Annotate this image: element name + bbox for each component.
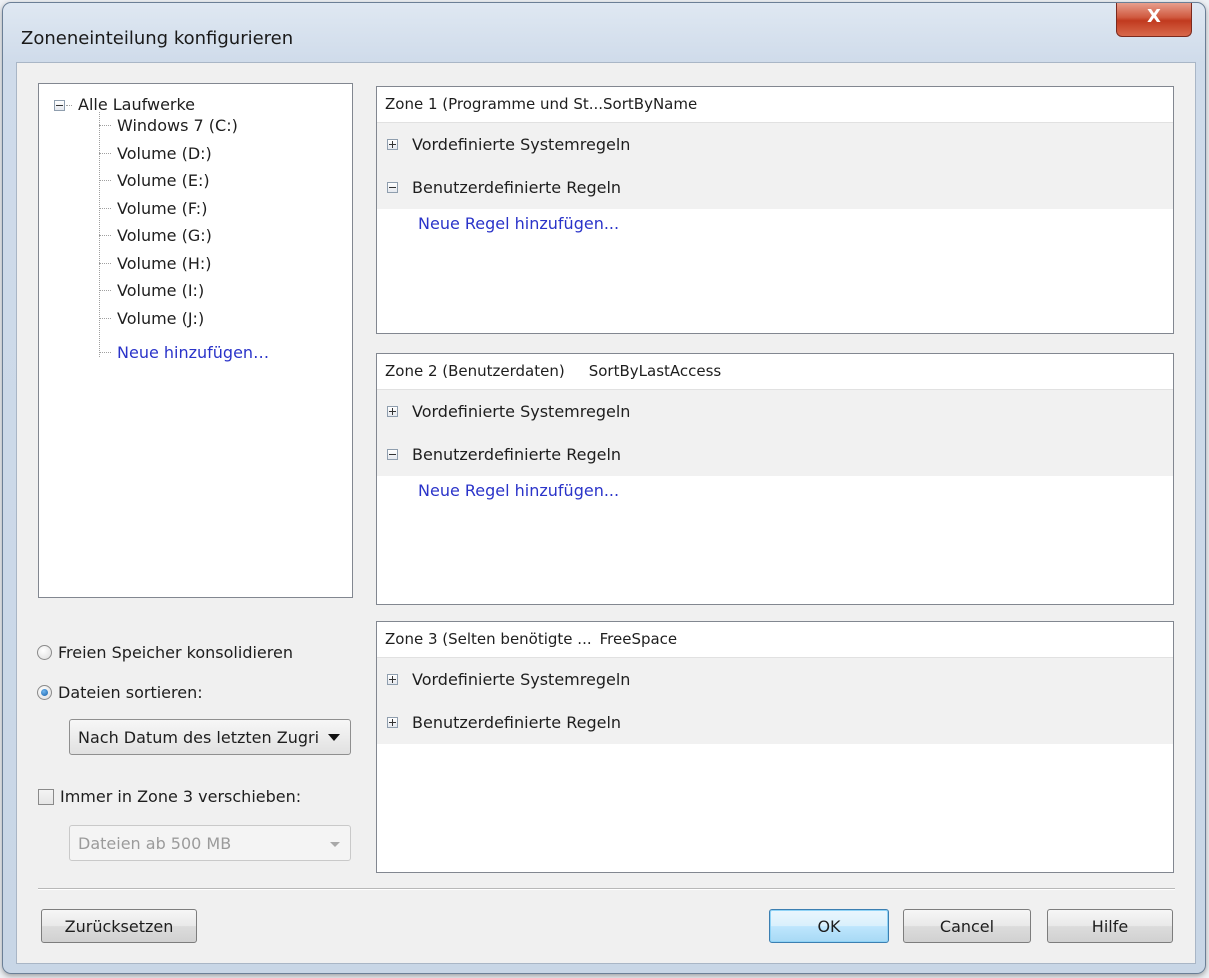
help-button[interactable]: Hilfe (1047, 909, 1173, 943)
consolidate-radio[interactable] (37, 645, 52, 660)
tree-item-drive[interactable]: Volume (I:) (99, 277, 204, 304)
cancel-label: Cancel (939, 916, 995, 936)
expand-icon[interactable] (387, 717, 398, 728)
zone-3-title: Zone 3 (Selten benötigte ... (385, 630, 592, 648)
tree-item-label: Volume (E:) (117, 171, 210, 190)
zone-2-predefined-rules[interactable]: Vordefinierte Systemregeln (377, 390, 1173, 433)
zone-2-sort: SortByLastAccess (588, 362, 722, 380)
tree-item-drive[interactable]: Volume (J:) (99, 305, 204, 332)
consolidate-radio-label: Freien Speicher konsolidieren (58, 643, 293, 662)
dialog-content: Alle Laufwerke Windows 7 (C:) Volume (D:)… (16, 62, 1196, 964)
tree-item-drive[interactable]: Volume (G:) (99, 222, 212, 249)
consolidate-radio-row[interactable]: Freien Speicher konsolidieren (37, 643, 293, 662)
zone-3-sort: FreeSpace (599, 630, 678, 648)
zone-2-add-rule-link[interactable]: Neue Regel hinzufügen... (418, 481, 619, 500)
zone-2-predefined-label: Vordefinierte Systemregeln (412, 402, 631, 421)
ok-button[interactable]: OK (769, 909, 889, 943)
tree-item-label: Volume (F:) (117, 198, 208, 218)
cancel-button[interactable]: Cancel (903, 909, 1031, 943)
collapse-icon[interactable] (387, 182, 398, 193)
tree-item-label: Volume (D:) (117, 143, 212, 163)
tree-item-label: Volume (H:) (117, 253, 212, 273)
move-zone3-row[interactable]: Immer in Zone 3 verschieben: (38, 787, 301, 806)
sort-radio-row[interactable]: Dateien sortieren: (37, 683, 203, 702)
zone-1-custom-label: Benutzerdefinierte Regeln (412, 178, 622, 197)
close-icon: X (1147, 6, 1161, 27)
zone-1-panel: Zone 1 (Programme und St...SortByName Vo… (376, 86, 1174, 334)
zone-1-add-rule-link[interactable]: Neue Regel hinzufügen... (418, 214, 619, 233)
close-button[interactable]: X (1116, 3, 1192, 37)
drive-tree[interactable]: Alle Laufwerke Windows 7 (C:) Volume (D:)… (38, 83, 353, 598)
zone-3-predefined-label: Vordefinierte Systemregeln (412, 670, 631, 689)
zone-2-custom-label: Benutzerdefinierte Regeln (412, 445, 622, 464)
tree-item-drive[interactable]: Volume (H:) (99, 250, 212, 277)
expand-icon[interactable] (387, 674, 398, 685)
collapse-icon[interactable] (54, 99, 65, 111)
zone-3-panel: Zone 3 (Selten benötigte ... FreeSpace Vo… (376, 621, 1174, 873)
tree-item-label: Windows 7 (C:) (117, 116, 238, 135)
expand-icon[interactable] (387, 406, 398, 417)
dialog-window: Zoneneinteilung konfigurieren X Alle Lau… (2, 2, 1206, 974)
sort-order-value: Nach Datum des letzten Zugri (78, 727, 320, 747)
size-threshold-value: Dateien ab 500 MB (78, 833, 232, 853)
tree-item-label: Volume (J:) (117, 308, 205, 328)
move-zone3-checkbox[interactable] (38, 788, 54, 805)
sort-order-select[interactable]: Nach Datum des letzten Zugri (69, 719, 351, 755)
chevron-down-icon (330, 842, 340, 847)
ok-label: OK (817, 916, 841, 936)
zone-1-predefined-label: Vordefinierte Systemregeln (412, 135, 631, 154)
tree-item-label: Volume (G:) (117, 226, 212, 245)
zone-3-predefined-rules[interactable]: Vordefinierte Systemregeln (377, 658, 1173, 701)
zone-3-header: Zone 3 (Selten benötigte ... FreeSpace (377, 622, 1173, 658)
collapse-icon[interactable] (387, 449, 398, 460)
tree-item-drive[interactable]: Volume (D:) (99, 140, 212, 167)
zone-2-header: Zone 2 (Benutzerdaten) SortByLastAccess (377, 354, 1173, 390)
zone-1-header: Zone 1 (Programme und St...SortByName (377, 87, 1173, 123)
tree-item-drive[interactable]: Volume (F:) (99, 195, 207, 222)
zone-2-title: Zone 2 (Benutzerdaten) (385, 362, 565, 380)
chevron-down-icon (328, 734, 340, 741)
window-title: Zoneneinteilung konfigurieren (21, 28, 294, 49)
reset-button[interactable]: Zurücksetzen (41, 909, 197, 943)
tree-add-drive-link[interactable]: Neue hinzufügen… (99, 339, 269, 366)
tree-item-label: Volume (I:) (117, 281, 205, 300)
separator (38, 888, 1175, 890)
sort-radio[interactable] (37, 685, 52, 700)
zone-1-title: Zone 1 (Programme und St...SortByName (385, 95, 698, 113)
size-threshold-select[interactable]: Dateien ab 500 MB (69, 825, 351, 861)
tree-item-drive[interactable]: Volume (E:) (99, 167, 210, 194)
zone-1-predefined-rules[interactable]: Vordefinierte Systemregeln (377, 123, 1173, 166)
zone-1-custom-rules[interactable]: Benutzerdefinierte Regeln (377, 166, 1173, 209)
help-label: Hilfe (1091, 916, 1129, 936)
zone-3-custom-label: Benutzerdefinierte Regeln (412, 713, 622, 732)
zone-2-panel: Zone 2 (Benutzerdaten) SortByLastAccess V… (376, 353, 1174, 605)
zone-2-custom-rules[interactable]: Benutzerdefinierte Regeln (377, 433, 1173, 476)
sort-radio-label: Dateien sortieren: (58, 683, 203, 702)
add-drive-link[interactable]: Neue hinzufügen… (117, 339, 269, 366)
expand-icon[interactable] (387, 139, 398, 150)
reset-label: Zurücksetzen (64, 916, 174, 936)
move-zone3-label: Immer in Zone 3 verschieben: (60, 787, 302, 806)
zone-3-custom-rules[interactable]: Benutzerdefinierte Regeln (377, 701, 1173, 744)
tree-item-drive[interactable]: Windows 7 (C:) (99, 112, 238, 139)
